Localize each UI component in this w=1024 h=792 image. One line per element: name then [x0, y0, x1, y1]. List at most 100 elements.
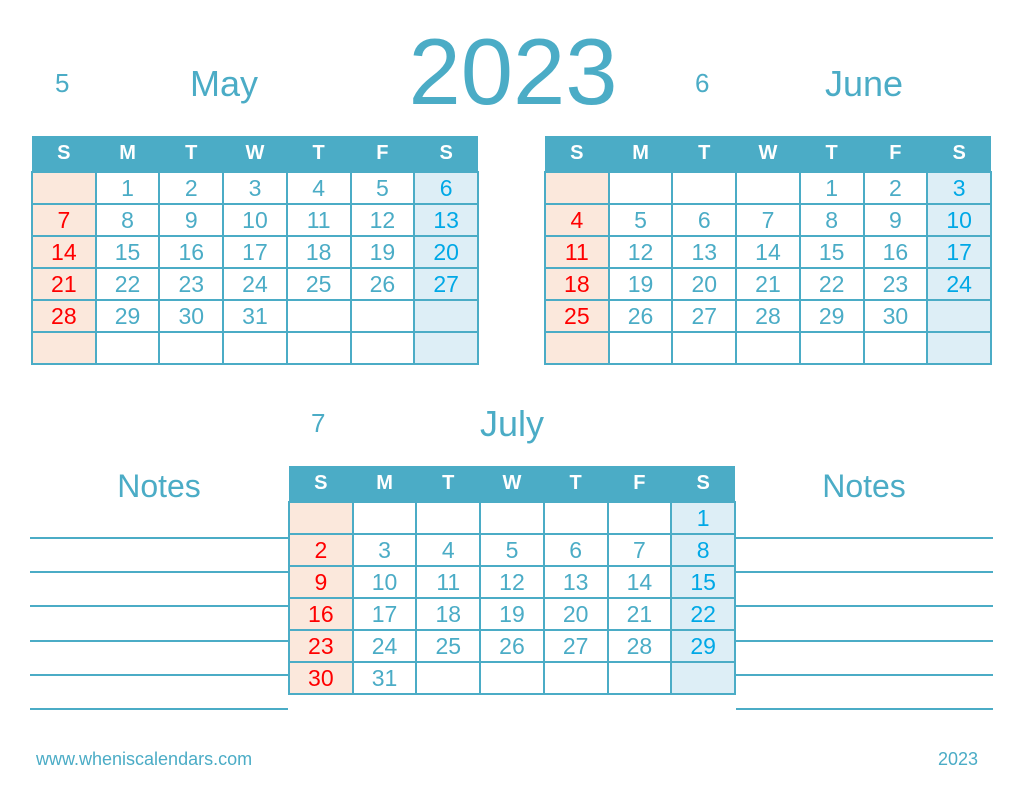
empty-day-cell [31, 331, 97, 365]
weekday-header: T [159, 136, 224, 172]
notes-right-line [736, 571, 993, 573]
weekday-header: S [414, 136, 478, 172]
day-cell: 19 [349, 235, 416, 269]
day-cell: 21 [735, 267, 801, 301]
day-cell: 30 [862, 299, 929, 333]
footer-website[interactable]: www.wheniscalendars.com [36, 748, 252, 770]
day-cell: 12 [607, 235, 674, 269]
weekday-header: M [95, 136, 160, 172]
day-cell: 20 [413, 235, 479, 269]
day-cell: 9 [288, 565, 354, 599]
day-cell: 29 [670, 629, 736, 663]
weekday-header: W [223, 136, 287, 172]
day-cell: 30 [288, 661, 354, 695]
month-name-june: June [824, 63, 904, 104]
weekday-header: S [671, 466, 735, 502]
day-cell: 17 [926, 235, 992, 269]
day-cell: 26 [349, 267, 416, 301]
weekday-header: S [545, 136, 609, 172]
day-cell: 2 [288, 533, 354, 567]
footer-year: 2023 [938, 749, 979, 769]
notes-right-line [736, 674, 993, 676]
empty-day-cell [544, 331, 610, 365]
day-cell: 22 [94, 267, 161, 301]
empty-day-cell [606, 661, 673, 695]
day-cell: 27 [413, 267, 479, 301]
empty-day-cell [415, 501, 482, 535]
day-cell: 6 [671, 203, 738, 237]
weekday-header-row: SMTWTFS [32, 136, 478, 172]
empty-day-cell [349, 331, 416, 365]
notes-right-line [736, 537, 993, 539]
month-number-july: 7 [311, 408, 326, 438]
weekday-header-row: SMTWTFS [289, 466, 735, 502]
day-cell: 31 [222, 299, 288, 333]
day-cell: 12 [479, 565, 545, 599]
weekday-header: T [286, 136, 351, 172]
empty-day-cell [415, 661, 482, 695]
week-row: 28 29 30 31 [31, 299, 479, 333]
notes-right-line [736, 708, 993, 710]
week-row: 7 8 9 10 11 12 13 [31, 203, 479, 237]
weekday-header: S [32, 136, 96, 172]
weekday-header: T [543, 466, 608, 502]
day-cell: 2 [862, 171, 929, 205]
empty-day-cell [94, 331, 161, 365]
year-title: 2023 [408, 19, 618, 124]
week-row: 14 15 16 17 18 19 20 [31, 235, 479, 269]
weekday-header: M [352, 466, 417, 502]
day-cell: 19 [479, 597, 545, 631]
day-cell: 16 [158, 235, 225, 269]
week-row: 11 12 13 14 15 16 17 [544, 235, 992, 269]
day-cell: 11 [415, 565, 482, 599]
day-cell: 14 [31, 235, 97, 269]
week-row: 123456 [31, 171, 479, 205]
notes-right-line [736, 605, 993, 607]
day-cell: 14 [735, 235, 801, 269]
empty-day-cell [671, 171, 738, 205]
empty-day-cell [735, 171, 801, 205]
week-row: 9 10 11 12 13 14 15 [288, 565, 736, 599]
day-cell: 7 [31, 203, 97, 237]
day-cell: 16 [288, 597, 354, 631]
week-row: 1 [288, 501, 736, 535]
day-cell: 30 [158, 299, 225, 333]
notes-left-line [30, 708, 288, 710]
day-cell: 5 [479, 533, 545, 567]
week-row: 21 22 23 24 25 26 27 [31, 267, 479, 301]
week-row: 16 17 18 19 20 21 22 [288, 597, 736, 631]
day-cell: 18 [544, 267, 610, 301]
day-cell: 19 [607, 267, 674, 301]
empty-day-cell [479, 501, 545, 535]
day-cell: 2 [158, 171, 225, 205]
week-row: 123 [544, 171, 992, 205]
weekday-header: F [350, 136, 415, 172]
weekday-header: F [607, 466, 672, 502]
day-cell: 29 [798, 299, 865, 333]
empty-day-cell [862, 331, 929, 365]
day-cell: 8 [798, 203, 865, 237]
empty-day-cell [285, 331, 352, 365]
day-cell: 29 [94, 299, 161, 333]
weekday-header: S [289, 466, 353, 502]
month-number-june: 6 [695, 68, 710, 98]
empty-day-cell [413, 331, 479, 365]
empty-day-cell [31, 171, 97, 205]
day-cell: 15 [670, 565, 736, 599]
day-cell: 10 [351, 565, 418, 599]
day-cell: 7 [735, 203, 801, 237]
notes-left-line [30, 640, 288, 642]
empty-day-cell [671, 331, 738, 365]
week-row: 23 24 25 26 27 28 29 [288, 629, 736, 663]
empty-day-cell [607, 171, 674, 205]
day-cell: 22 [798, 267, 865, 301]
weekday-header: M [608, 136, 673, 172]
empty-day-cell [798, 331, 865, 365]
empty-day-cell [222, 331, 288, 365]
day-cell: 23 [158, 267, 225, 301]
empty-day-cell [542, 661, 609, 695]
day-cell: 3 [351, 533, 418, 567]
day-cell: 17 [351, 597, 418, 631]
day-cell: 9 [158, 203, 225, 237]
day-cell: 11 [285, 203, 352, 237]
